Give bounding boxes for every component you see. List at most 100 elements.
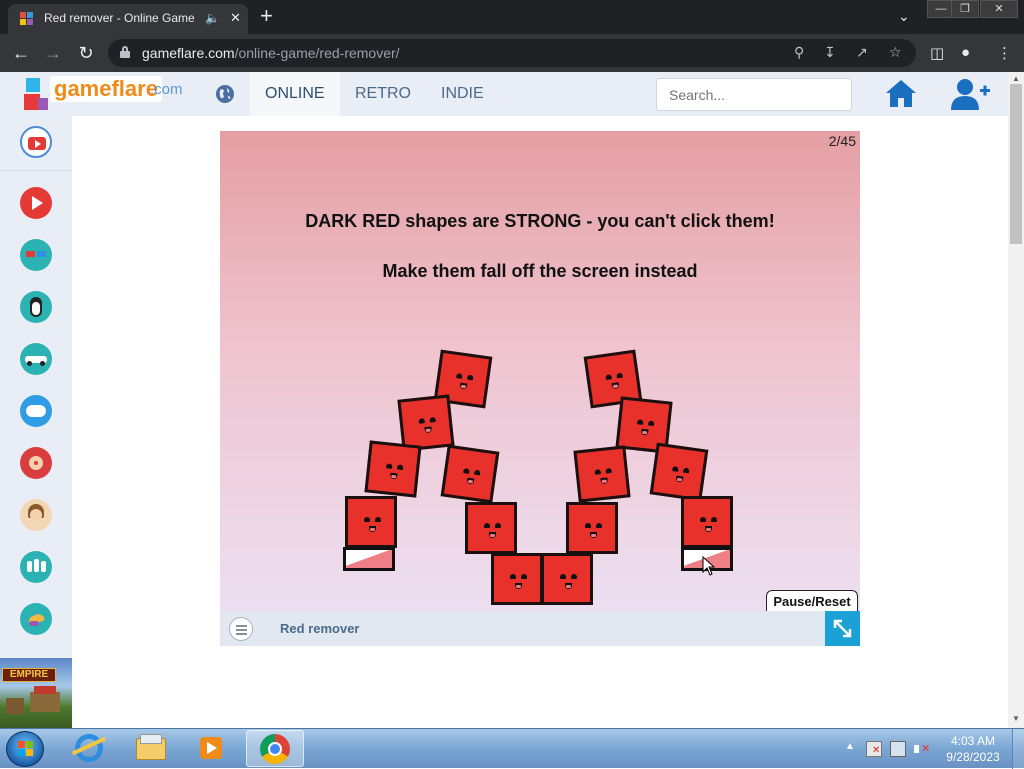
block-mouth — [369, 526, 376, 532]
add-user-icon[interactable] — [951, 78, 991, 110]
block-eye — [396, 464, 404, 471]
music-icon[interactable] — [20, 603, 52, 635]
mouse-cursor-icon — [702, 556, 716, 576]
block-eye — [647, 420, 655, 427]
play-icon[interactable] — [20, 187, 52, 219]
search-icon[interactable]: ⚲ — [794, 44, 804, 61]
windows-start-button[interactable] — [6, 731, 44, 767]
red-block[interactable] — [566, 502, 618, 554]
girl-icon[interactable] — [20, 499, 52, 531]
nav-tab-retro[interactable]: RETRO — [340, 72, 426, 116]
block-eye — [605, 374, 613, 380]
red-block[interactable] — [397, 394, 455, 452]
block-mouth — [515, 583, 522, 589]
forward-arrow-icon[interactable]: → — [40, 40, 66, 66]
red-block[interactable] — [440, 444, 500, 504]
tray-expand-icon[interactable]: ▲ — [845, 741, 861, 757]
home-icon[interactable] — [884, 78, 918, 108]
red-block[interactable] — [541, 553, 593, 605]
file-explorer-icon[interactable] — [122, 730, 180, 767]
windows-taskbar: ▲ ✕ ✕ 4:03 AM 9/28/2023 — [0, 728, 1024, 769]
block-eye — [560, 574, 566, 579]
empire-ad-banner[interactable]: EMPIRE — [0, 658, 72, 728]
new-tab-button[interactable]: + — [260, 4, 273, 28]
chrome-menu-icon[interactable]: ⋮ — [997, 44, 1012, 62]
gameflare-logo-icon[interactable] — [24, 76, 48, 114]
block-eye — [466, 374, 474, 381]
globe-icon[interactable] — [215, 84, 235, 104]
window-restore-button[interactable]: ❐ — [951, 0, 979, 18]
block-mouth — [590, 532, 597, 538]
logo-tld[interactable]: .com — [150, 81, 183, 98]
racing-car-icon[interactable] — [20, 343, 52, 375]
profile-avatar-icon[interactable]: ● — [961, 44, 970, 61]
ad-title: EMPIRE — [2, 668, 56, 682]
reload-icon[interactable]: ↻ — [73, 40, 99, 66]
nav-tab-indie[interactable]: INDIE — [426, 72, 499, 116]
red-block[interactable] — [364, 440, 422, 498]
level-counter: 2/45 — [828, 133, 856, 149]
browser-tab[interactable]: Red remover - Online Game 🔈 ✕ — [8, 4, 248, 34]
fullscreen-button[interactable] — [825, 611, 860, 646]
page-scrollbar[interactable]: ▲ ▼ — [1008, 72, 1024, 728]
white-pad-left[interactable] — [343, 547, 395, 571]
browser-tab-strip: Red remover - Online Game 🔈 ✕ + ⌄ — ❐ ✕ — [0, 0, 1024, 34]
chrome-taskbar-icon[interactable] — [246, 730, 304, 767]
clown-icon[interactable] — [20, 447, 52, 479]
volume-muted-icon[interactable]: ✕ — [914, 741, 930, 757]
close-tab-icon[interactable]: ✕ — [230, 10, 241, 26]
block-eye — [484, 523, 490, 528]
site-search-input[interactable] — [656, 78, 852, 111]
red-block[interactable] — [491, 553, 543, 605]
url-text[interactable]: gameflare.com/online-game/red-remover/ — [142, 45, 400, 61]
clock-time[interactable]: 4:03 AM — [946, 734, 1000, 748]
network-icon[interactable] — [890, 741, 906, 757]
penguin-icon[interactable] — [20, 291, 52, 323]
tab-search-chevron-icon[interactable]: ⌄ — [898, 8, 910, 25]
pause-reset-button[interactable]: Pause/Reset — [766, 590, 858, 611]
instruction-text-1: DARK RED shapes are STRONG - you can't c… — [305, 211, 775, 231]
bookmark-star-icon[interactable]: ☆ — [889, 44, 902, 61]
share-icon[interactable]: ↗ — [856, 44, 868, 61]
block-eye — [605, 467, 612, 474]
category-sidebar: EMPIRE — [0, 116, 72, 728]
tab-title: Red remover - Online Game — [44, 11, 195, 25]
red-block[interactable] — [573, 445, 631, 503]
install-icon[interactable]: ↧ — [824, 44, 836, 61]
red-block[interactable] — [345, 496, 397, 548]
block-eye — [375, 517, 381, 522]
game-canvas[interactable]: 2/45 DARK RED shapes are STRONG - you ca… — [220, 131, 860, 611]
block-eye — [585, 523, 591, 528]
block-eye — [364, 517, 370, 522]
scroll-down-icon[interactable]: ▼ — [1011, 714, 1021, 724]
back-arrow-icon[interactable]: ← — [8, 40, 34, 66]
block-eye — [473, 469, 481, 476]
red-block[interactable] — [649, 442, 709, 502]
hamburger-menu-icon[interactable] — [229, 617, 253, 641]
scroll-thumb[interactable] — [1010, 84, 1022, 244]
logo-text[interactable]: gameflare — [50, 76, 162, 102]
show-desktop-button[interactable] — [1012, 729, 1024, 769]
clock-date[interactable]: 9/28/2023 — [944, 750, 1002, 764]
internet-explorer-icon[interactable] — [62, 730, 120, 767]
media-player-icon[interactable] — [182, 730, 240, 767]
address-bar[interactable]: gameflare.com/online-game/red-remover/ ⚲… — [108, 39, 916, 67]
block-mouth — [489, 532, 496, 538]
site-header: gameflare .com ONLINE RETRO INDIE — [0, 72, 1008, 116]
side-panel-icon[interactable]: ◫ — [930, 44, 944, 62]
scroll-up-icon[interactable]: ▲ — [1011, 74, 1021, 84]
multiplayer-icon[interactable] — [20, 551, 52, 583]
speaker-icon[interactable]: 🔈 — [205, 11, 220, 25]
red-block[interactable] — [465, 502, 517, 554]
block-eye — [418, 418, 426, 424]
lock-icon[interactable] — [120, 46, 130, 58]
block-mouth — [466, 477, 475, 485]
red-block[interactable] — [681, 496, 733, 548]
action-center-icon[interactable]: ✕ — [866, 741, 882, 757]
youtube-icon[interactable] — [20, 126, 52, 158]
3d-glasses-icon[interactable] — [20, 239, 52, 271]
gameflare-favicon-icon — [20, 12, 34, 26]
nav-tab-online[interactable]: ONLINE — [250, 72, 340, 116]
gamepad-icon[interactable] — [20, 395, 52, 427]
window-close-button[interactable]: ✕ — [980, 0, 1018, 18]
